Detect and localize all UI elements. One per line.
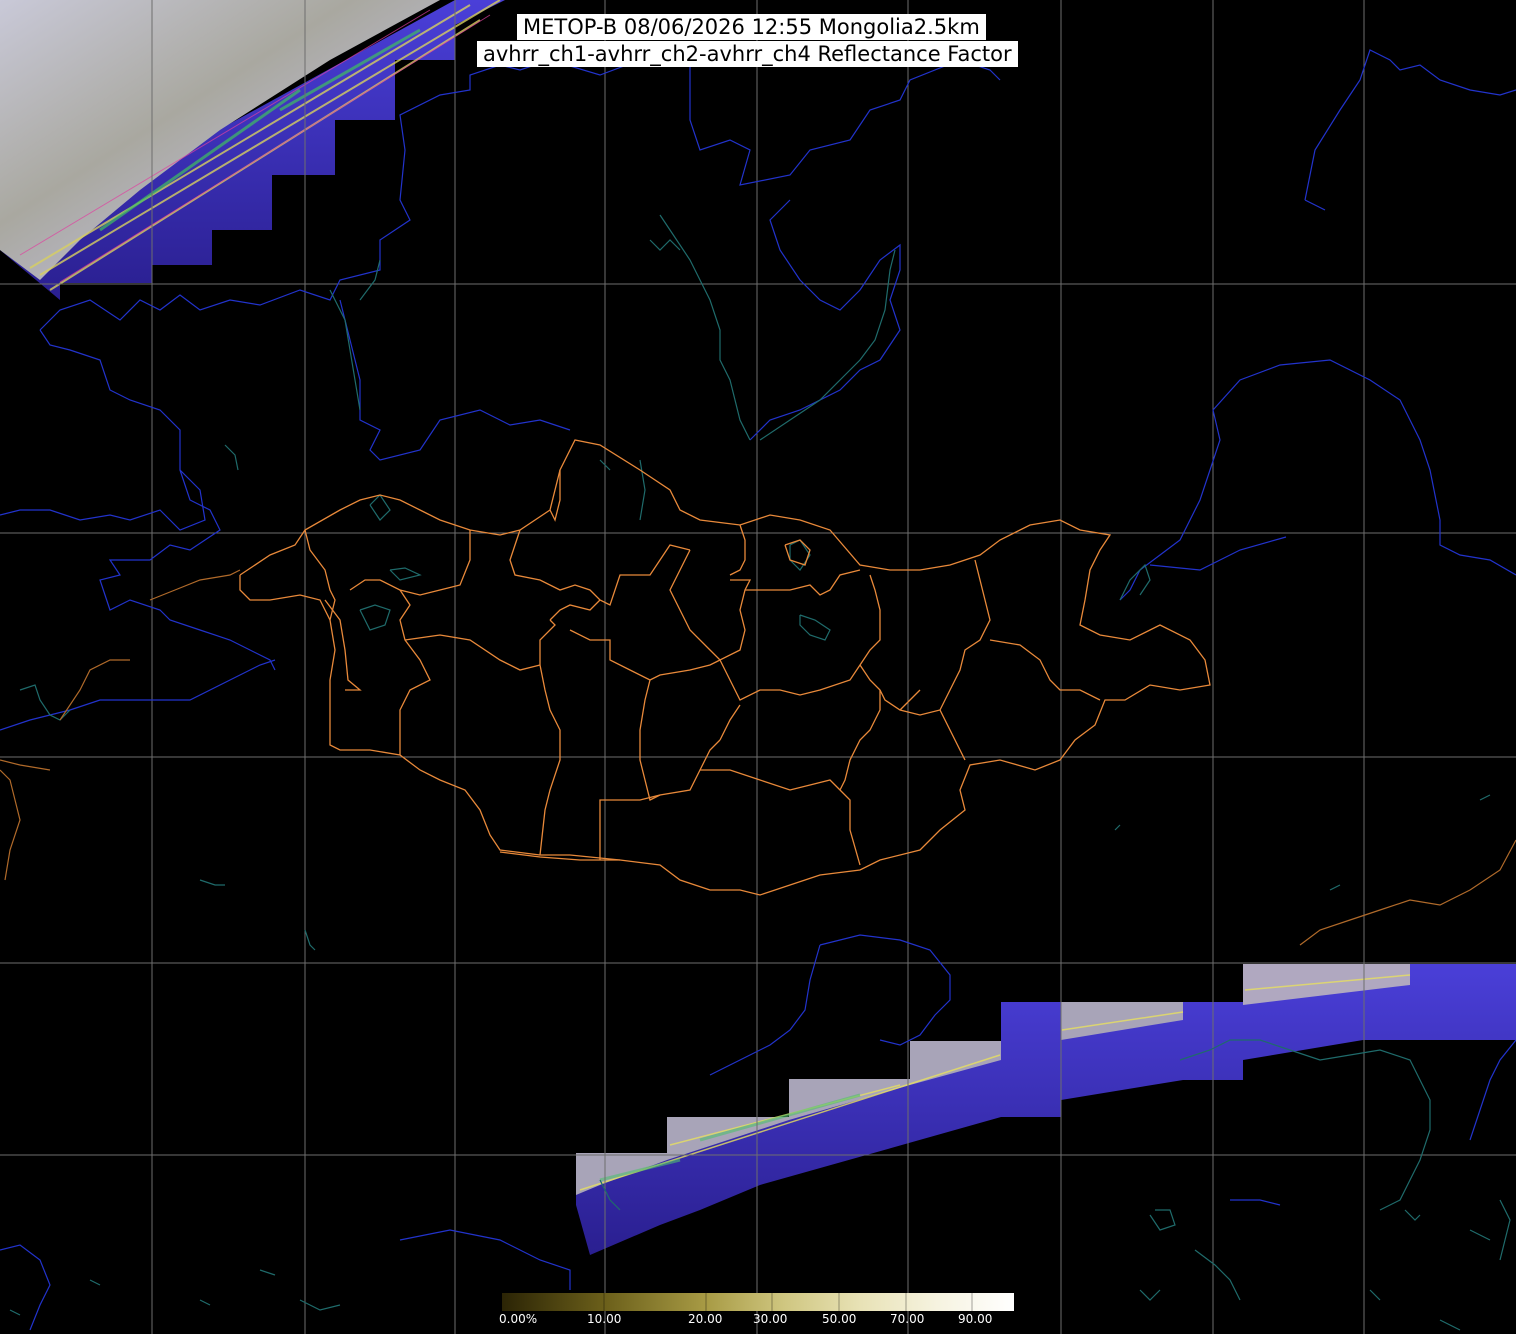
mongolia-province-borders <box>239 439 1211 896</box>
colorbar-label: 0.00% <box>499 1312 538 1326</box>
colorbar-label: 20.00 <box>688 1312 723 1326</box>
colorbar <box>502 1293 1014 1311</box>
colorbar-label: 50.00 <box>822 1312 857 1326</box>
satellite-map <box>0 0 1516 1334</box>
colorbar-label: 70.00 <box>890 1312 925 1326</box>
swath-southeast <box>576 964 1516 1255</box>
swath-northwest <box>0 0 505 300</box>
colorbar-label: 90.00 <box>958 1312 993 1326</box>
map-title-line2: avhrr_ch1-avhrr_ch2-avhrr_ch4 Reflectanc… <box>477 41 1018 67</box>
colorbar-label: 30.00 <box>753 1312 788 1326</box>
colorbar-label: 10.00 <box>587 1312 622 1326</box>
map-title-line1: METOP-B 08/06/2026 12:55 Mongolia2.5km <box>517 14 986 40</box>
